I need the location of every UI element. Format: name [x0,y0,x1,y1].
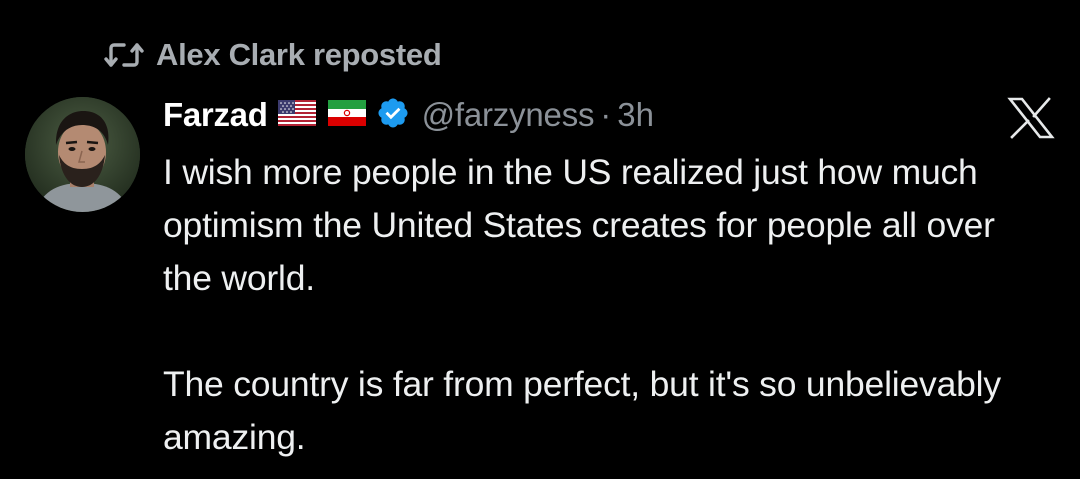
repost-context[interactable]: Alex Clark reposted [104,34,442,76]
author-handle[interactable]: @farzyness [422,96,595,134]
us-flag-icon [277,99,316,131]
author-name[interactable]: Farzad [163,96,268,134]
tweet-header: Farzad @farzyness · 3h [163,90,654,140]
tweet-paragraph-2: The country is far from perfect, but it'… [163,364,1001,457]
separator-dot: · [600,96,612,133]
avatar[interactable] [25,97,140,212]
timestamp[interactable]: 3h [617,96,654,134]
tweet-text: I wish more people in the US realized ju… [163,146,1043,464]
repost-icon [104,39,144,71]
tweet-paragraph-1: I wish more people in the US realized ju… [163,152,995,298]
verified-badge-icon [376,96,410,135]
iran-flag-icon [327,99,366,131]
repost-label: Alex Clark reposted [156,37,442,72]
x-logo-icon[interactable] [1007,97,1055,139]
